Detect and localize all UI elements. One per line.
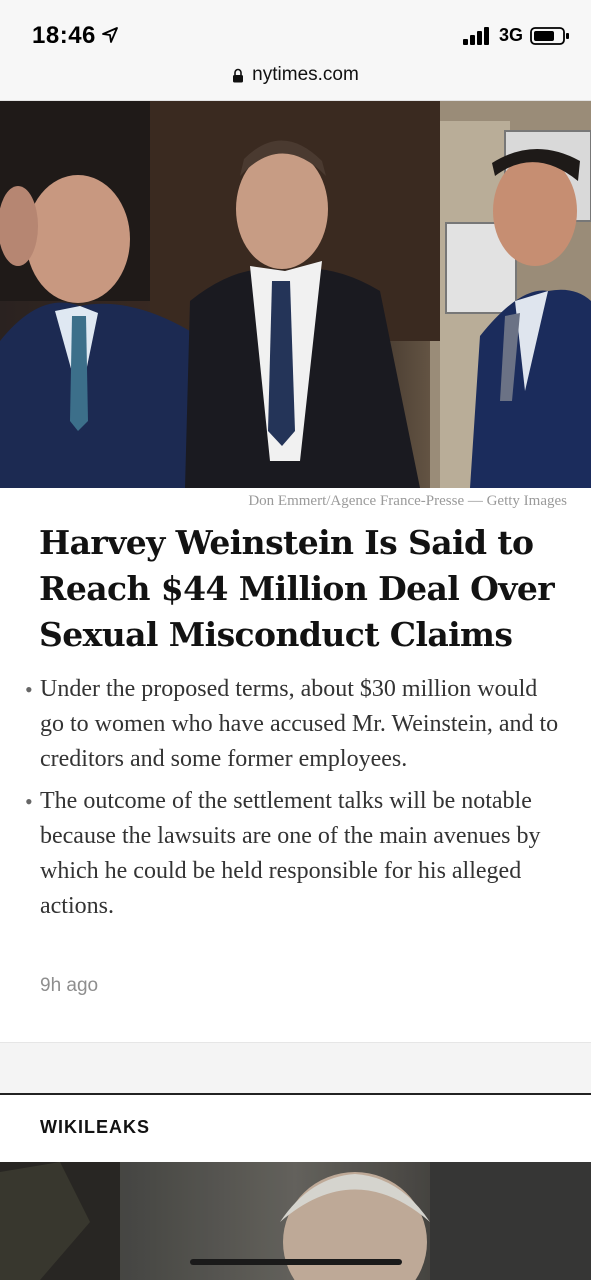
summary-text: The outcome of the settlement talks will… xyxy=(40,788,541,919)
summary-text: Under the proposed terms, about $30 mill… xyxy=(40,676,559,772)
article-hero-image[interactable] xyxy=(0,101,591,488)
summary-bullet: • The outcome of the settlement talks wi… xyxy=(25,784,565,924)
status-time: 18:46 xyxy=(32,22,96,49)
battery-icon xyxy=(530,27,569,45)
section-label[interactable]: WIKILEAKS xyxy=(40,1117,150,1138)
section-divider xyxy=(0,1042,591,1095)
article-summary-list: • Under the proposed terms, about $30 mi… xyxy=(25,672,565,931)
url-text: nytimes.com xyxy=(252,64,359,85)
location-arrow-icon xyxy=(102,27,118,43)
address-bar[interactable]: nytimes.com xyxy=(0,62,591,88)
bullet-dot-icon: • xyxy=(25,677,33,702)
article-headline[interactable]: Harvey Weinstein Is Said to Reach $44 Mi… xyxy=(39,520,559,658)
network-type: 3G xyxy=(499,25,524,45)
bullet-dot-icon: • xyxy=(25,789,33,814)
status-bar: 18:46 3G nytimes.com xyxy=(0,0,591,101)
signal-bars-icon xyxy=(463,27,489,45)
summary-bullet: • Under the proposed terms, about $30 mi… xyxy=(25,672,565,777)
article-timestamp: 9h ago xyxy=(40,975,99,996)
photo-credit: Don Emmert/Agence France-Presse — Getty … xyxy=(248,493,567,509)
lock-icon xyxy=(233,68,244,82)
hero-photo-illustration xyxy=(0,101,591,488)
home-indicator[interactable] xyxy=(190,1259,402,1265)
